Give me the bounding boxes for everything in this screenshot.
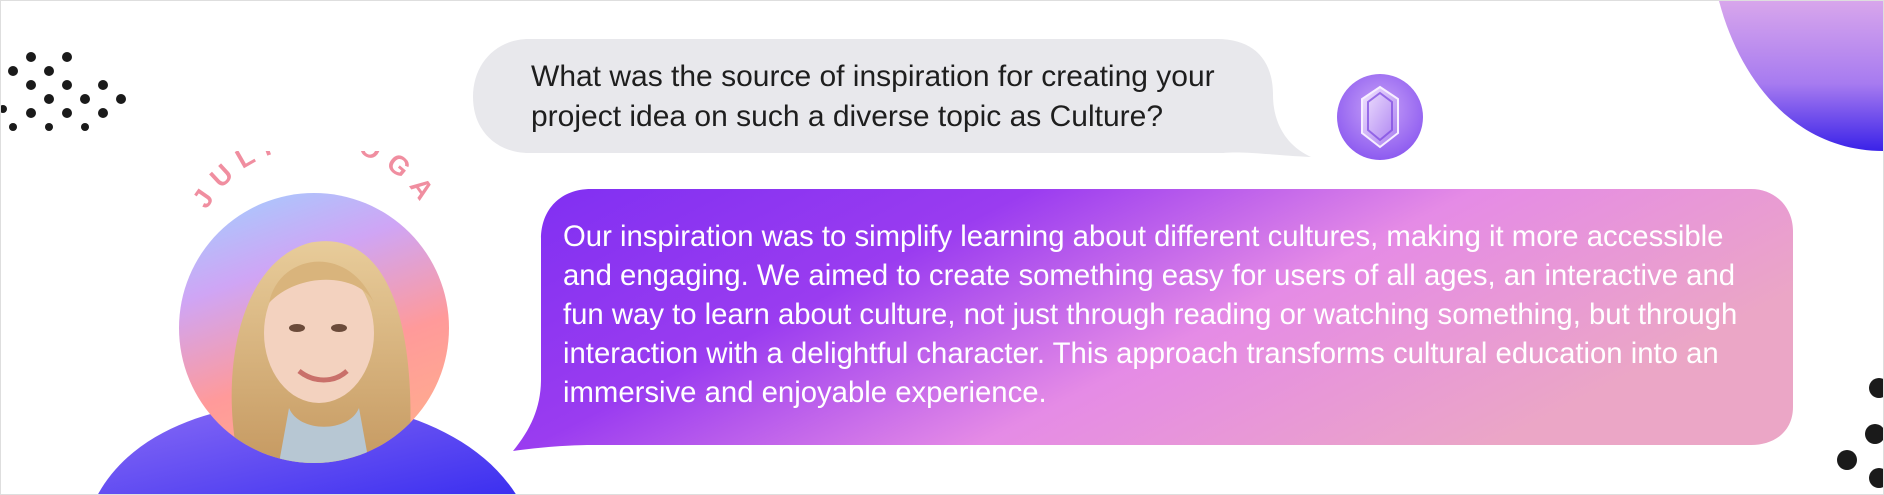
interviewee-name-text: JULIA ROGA <box>187 151 436 213</box>
dots-pattern-bottom-right <box>1837 378 1883 488</box>
answer-bubble: Our inspiration was to simplify learning… <box>511 189 1793 451</box>
question-bubble: What was the source of inspiration for c… <box>473 39 1311 157</box>
svg-text:JULIA ROGA: JULIA ROGA <box>187 151 446 213</box>
question-text: What was the source of inspiration for c… <box>531 60 1215 133</box>
gem-icon <box>1336 73 1424 161</box>
gradient-blob-top-right <box>1719 1 1883 151</box>
answer-text: Our inspiration was to simplify learning… <box>563 220 1738 409</box>
interview-card: What was the source of inspiration for c… <box>0 0 1884 495</box>
interviewee-name: JULIA ROGA <box>187 151 446 213</box>
interviewee-avatar-group: JULIA ROGA <box>151 151 481 481</box>
dots-pattern-top-left <box>1 52 126 131</box>
